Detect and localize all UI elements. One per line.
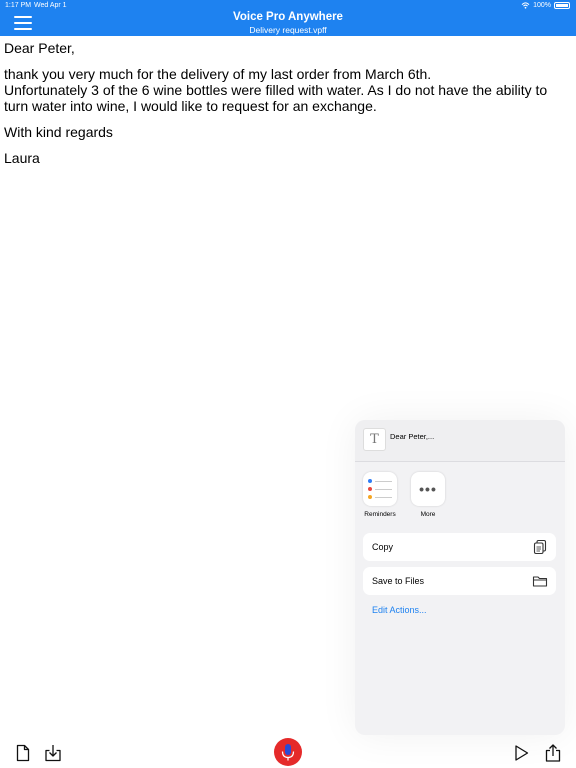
copy-icon: [533, 539, 547, 555]
status-time: 1:17 PM: [5, 2, 32, 9]
play-icon[interactable]: [512, 744, 530, 762]
import-icon[interactable]: [44, 744, 62, 762]
copy-action[interactable]: Copy: [363, 533, 556, 561]
text-document-icon: T: [363, 428, 386, 451]
share-app-label: More: [420, 511, 436, 518]
new-document-icon[interactable]: [14, 744, 32, 762]
battery-icon: [554, 2, 570, 9]
document-closing: With kind regards: [4, 124, 113, 140]
share-app-reminders[interactable]: Reminders: [355, 472, 405, 518]
document-filename[interactable]: Delivery request.vpff: [0, 25, 576, 35]
share-apps-row: Reminders ••• More: [355, 472, 565, 522]
document-signature: Laura: [4, 150, 40, 166]
save-to-files-label: Save to Files: [372, 576, 425, 586]
share-preview-title: Dear Peter,...: [390, 432, 435, 441]
share-app-label: Reminders: [364, 511, 396, 518]
share-sheet: T Dear Peter,... Reminders ••• More Copy: [355, 420, 565, 735]
copy-action-label: Copy: [372, 542, 394, 552]
app-title: Voice Pro Anywhere: [233, 11, 343, 23]
document-line-1: thank you very much for the delivery of …: [4, 66, 432, 82]
bottom-toolbar: [0, 738, 576, 768]
battery-percent: 100%: [533, 2, 551, 9]
save-to-files-action[interactable]: Save to Files: [363, 567, 556, 595]
document-line-2: Unfortunately 3 of the 6 wine bottles we…: [4, 82, 548, 114]
navigation-bar: 1:17 PM Wed Apr 1 100% Voice Pro Anywher…: [0, 0, 576, 36]
document-greeting: Dear Peter,: [4, 40, 75, 56]
share-preview: T Dear Peter,...: [355, 420, 565, 462]
record-button[interactable]: [274, 738, 302, 766]
share-icon[interactable]: [544, 744, 562, 762]
more-icon: •••: [411, 472, 445, 506]
share-app-more[interactable]: ••• More: [403, 472, 453, 518]
microphone-icon: [281, 744, 295, 761]
status-indicators: 100%: [521, 2, 570, 9]
reminders-icon: [363, 472, 397, 506]
edit-actions-link[interactable]: Edit Actions...: [372, 605, 427, 615]
document-editor[interactable]: Dear Peter, thank you very much for the …: [4, 40, 569, 166]
status-date: Wed Apr 1: [34, 2, 67, 9]
folder-icon: [532, 576, 548, 587]
wifi-icon: [521, 2, 530, 9]
